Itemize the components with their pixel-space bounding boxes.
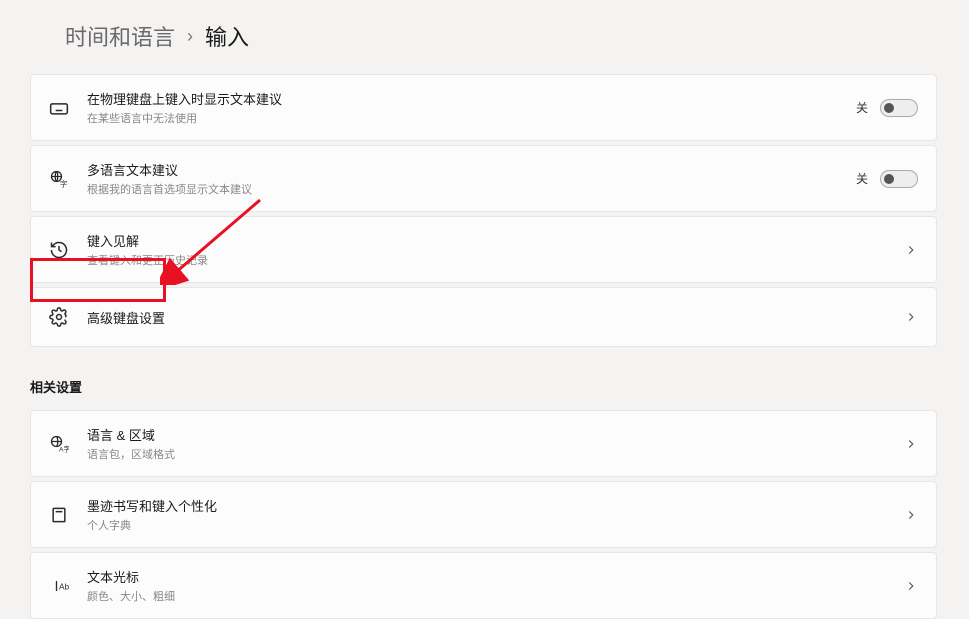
- text-suggestions-toggle[interactable]: [880, 99, 918, 117]
- advanced-keyboard-title: 高级键盘设置: [87, 308, 886, 327]
- chevron-right-icon: [904, 310, 918, 324]
- related-settings-heading: 相关设置: [30, 377, 937, 396]
- dictionary-icon: [49, 505, 69, 525]
- multilingual-toggle-label: 关: [856, 170, 868, 187]
- inking-card[interactable]: 墨迹书写和键入个性化 个人字典: [30, 481, 937, 548]
- multilingual-card[interactable]: 字 多语言文本建议 根据我的语言首选项显示文本建议 关: [30, 145, 937, 212]
- advanced-keyboard-card[interactable]: 高级键盘设置: [30, 287, 937, 347]
- globe-character-icon: A字: [49, 434, 69, 454]
- text-suggestions-sub: 在某些语言中无法使用: [87, 110, 838, 126]
- multilingual-toggle[interactable]: [880, 170, 918, 188]
- history-icon: [49, 240, 69, 260]
- inking-sub: 个人字典: [87, 517, 886, 533]
- text-suggestions-title: 在物理键盘上键入时显示文本建议: [87, 89, 838, 108]
- chevron-right-icon: [904, 437, 918, 451]
- typing-insights-title: 键入见解: [87, 231, 886, 250]
- breadcrumb-parent[interactable]: 时间和语言: [65, 20, 175, 52]
- text-suggestions-toggle-label: 关: [856, 99, 868, 116]
- language-region-title: 语言 & 区域: [87, 425, 886, 444]
- multilingual-sub: 根据我的语言首选项显示文本建议: [87, 181, 838, 197]
- text-cursor-title: 文本光标: [87, 567, 886, 586]
- chevron-right-icon: [904, 579, 918, 593]
- svg-text:Ab: Ab: [59, 581, 69, 591]
- keyboard-icon: [49, 98, 69, 118]
- breadcrumb-separator: ›: [187, 26, 193, 47]
- language-region-card[interactable]: A字 语言 & 区域 语言包，区域格式: [30, 410, 937, 477]
- inking-title: 墨迹书写和键入个性化: [87, 496, 886, 515]
- multilingual-title: 多语言文本建议: [87, 160, 838, 179]
- typing-insights-sub: 查看键入和更正历史记录: [87, 252, 886, 268]
- gear-icon: [49, 307, 69, 327]
- svg-text:A字: A字: [59, 444, 69, 453]
- breadcrumb: 时间和语言 › 输入: [30, 20, 937, 52]
- text-cursor-icon: Ab: [49, 576, 69, 596]
- globe-language-icon: 字: [49, 169, 69, 189]
- chevron-right-icon: [904, 508, 918, 522]
- text-cursor-sub: 颜色、大小、粗细: [87, 588, 886, 604]
- text-suggestions-card[interactable]: 在物理键盘上键入时显示文本建议 在某些语言中无法使用 关: [30, 74, 937, 141]
- text-cursor-card[interactable]: Ab 文本光标 颜色、大小、粗细: [30, 552, 937, 619]
- svg-text:字: 字: [60, 178, 68, 188]
- typing-insights-card[interactable]: 键入见解 查看键入和更正历史记录: [30, 216, 937, 283]
- chevron-right-icon: [904, 243, 918, 257]
- breadcrumb-current: 输入: [205, 20, 249, 52]
- language-region-sub: 语言包，区域格式: [87, 446, 886, 462]
